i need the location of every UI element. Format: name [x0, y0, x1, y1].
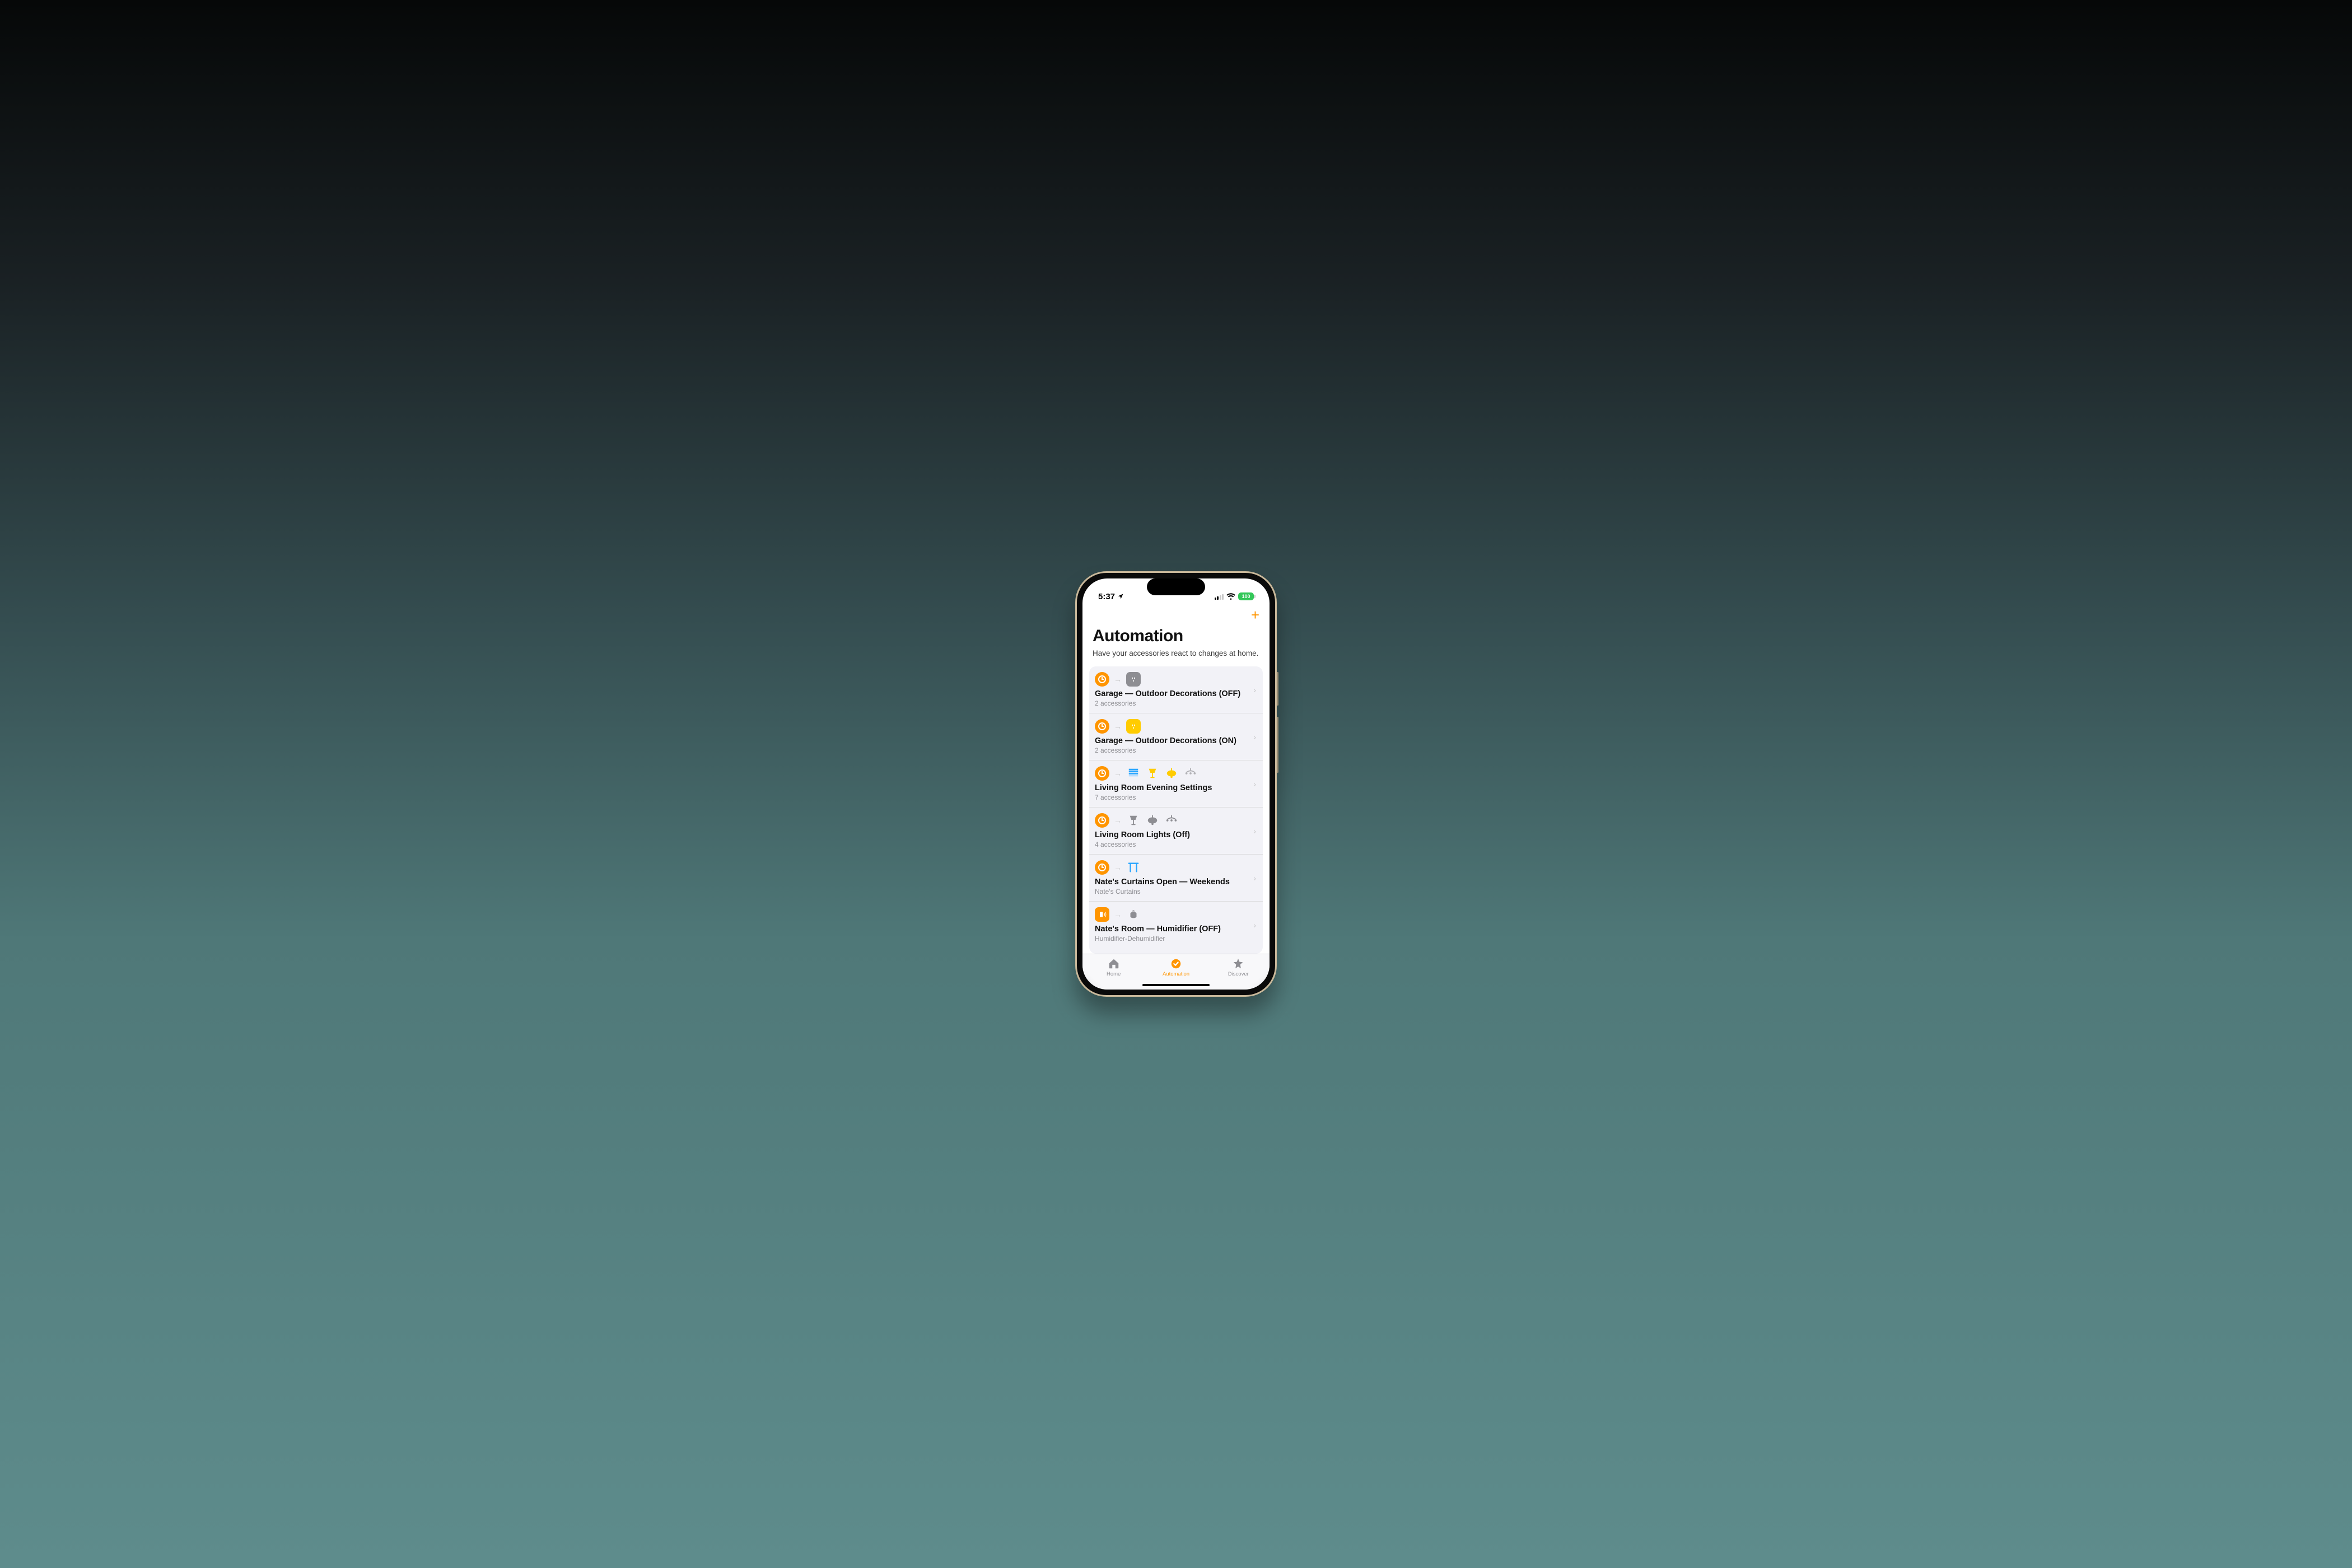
chandelier-icon	[1183, 766, 1198, 781]
automation-row[interactable]: → Garage — Outdoor Decorations (ON) 2 ac…	[1089, 713, 1263, 760]
tab-discover[interactable]: Discover	[1213, 958, 1263, 977]
clock-icon	[1095, 672, 1109, 687]
battery-level: 100	[1242, 594, 1250, 599]
pendant-light-icon	[1145, 813, 1160, 828]
automation-row[interactable]: → Nate's Room — Humidifier (OFF) Humidif…	[1089, 902, 1263, 948]
arrow-right-icon: →	[1114, 675, 1122, 684]
row-icon-line: →	[1095, 672, 1251, 687]
humidifier-icon	[1126, 907, 1141, 922]
home-indicator[interactable]	[1142, 984, 1210, 986]
row-subtitle: 2 accessories	[1095, 746, 1251, 754]
lamp-icon	[1126, 813, 1141, 828]
cellular-signal-icon	[1215, 594, 1224, 600]
tab-home[interactable]: Home	[1089, 958, 1139, 977]
row-title: Living Room Lights (Off)	[1095, 830, 1251, 839]
chevron-right-icon: ›	[1251, 827, 1258, 836]
arrow-right-icon: →	[1114, 863, 1122, 872]
arrow-right-icon: →	[1114, 910, 1122, 919]
arrow-right-icon: →	[1114, 769, 1122, 778]
chandelier-icon	[1164, 813, 1179, 828]
house-icon	[1107, 958, 1121, 970]
location-arrow-icon	[1117, 593, 1124, 600]
automation-list[interactable]: → Garage — Outdoor Decorations (OFF) 2 a…	[1089, 666, 1263, 954]
tab-label: Automation	[1163, 971, 1189, 977]
battery-indicator: 100	[1238, 592, 1254, 600]
page-title: Automation	[1093, 627, 1259, 646]
row-icon-line: →	[1095, 719, 1251, 734]
pendant-light-icon	[1164, 766, 1179, 781]
phone-bezel: 5:37 100	[1077, 573, 1275, 995]
chevron-right-icon: ›	[1251, 685, 1258, 694]
chevron-right-icon: ›	[1251, 921, 1258, 930]
tab-label: Discover	[1228, 971, 1249, 977]
page-header: Automation Have your accessories react t…	[1082, 624, 1270, 662]
blinds-icon	[1126, 766, 1141, 781]
row-title: Garage — Outdoor Decorations (ON)	[1095, 736, 1251, 745]
automation-row[interactable]: → Nate's Curtains Open — Weekends Nate's…	[1089, 855, 1263, 902]
row-subtitle: 4 accessories	[1095, 841, 1251, 848]
clock-icon	[1095, 766, 1109, 781]
row-icon-line: →	[1095, 813, 1251, 828]
tab-automation[interactable]: Automation	[1151, 958, 1201, 977]
automation-row[interactable]: → Garage — Outdoor Decorations (OFF) 2 a…	[1089, 666, 1263, 713]
chevron-right-icon: ›	[1251, 732, 1258, 741]
plus-icon: +	[1251, 606, 1259, 623]
row-title: Nate's Room — Humidifier (OFF)	[1095, 925, 1251, 934]
chevron-right-icon: ›	[1251, 780, 1258, 788]
status-left: 5:37	[1098, 592, 1124, 601]
phone-frame: 5:37 100	[1075, 571, 1277, 997]
row-icon-line: →	[1095, 860, 1251, 875]
add-button[interactable]: +	[1251, 608, 1259, 622]
row-title: Garage — Outdoor Decorations (OFF)	[1095, 689, 1251, 698]
clock-icon	[1095, 719, 1109, 734]
row-subtitle: 2 accessories	[1095, 699, 1251, 707]
row-subtitle: Nate's Curtains	[1095, 888, 1251, 895]
row-title: Living Room Evening Settings	[1095, 783, 1251, 792]
status-right: 100	[1215, 592, 1254, 600]
row-subtitle: 7 accessories	[1095, 794, 1251, 801]
clock-icon	[1095, 813, 1109, 828]
arrow-right-icon: →	[1114, 816, 1122, 825]
arrow-right-icon: →	[1114, 722, 1122, 731]
automation-row[interactable]: →	[1089, 760, 1263, 808]
clock-icon	[1095, 860, 1109, 875]
outlet-icon	[1126, 719, 1141, 734]
wifi-icon	[1226, 593, 1235, 600]
curtains-icon	[1126, 860, 1141, 875]
star-icon	[1232, 958, 1244, 970]
screen: 5:37 100	[1082, 578, 1270, 990]
lamp-icon	[1145, 766, 1160, 781]
row-icon-line: →	[1095, 766, 1251, 781]
clock-check-icon	[1170, 958, 1182, 970]
row-subtitle: Humidifier-Dehumidifier	[1095, 935, 1251, 942]
chevron-right-icon: ›	[1251, 874, 1258, 883]
automation-row[interactable]: → Living Room Lights (Off)	[1089, 808, 1263, 855]
row-icon-line: →	[1095, 907, 1251, 922]
row-title: Nate's Curtains Open — Weekends	[1095, 878, 1251, 886]
status-time: 5:37	[1098, 592, 1115, 601]
tab-label: Home	[1107, 971, 1121, 977]
sensor-icon	[1095, 907, 1109, 922]
nav-bar: +	[1082, 606, 1270, 624]
page-subtitle: Have your accessories react to changes a…	[1093, 649, 1259, 657]
outlet-icon	[1126, 672, 1141, 687]
dynamic-island	[1147, 578, 1205, 595]
